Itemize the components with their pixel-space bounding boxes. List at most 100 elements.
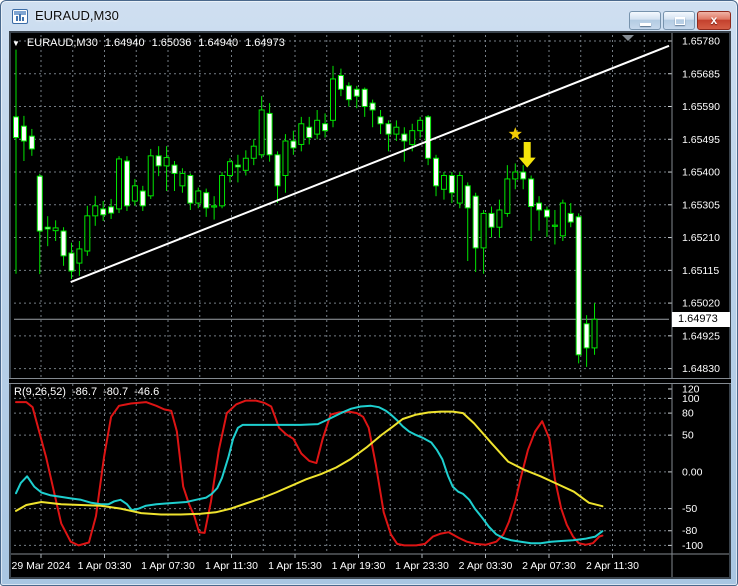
candlestick [543,209,550,218]
candlestick [551,224,558,227]
candlestick [385,123,392,135]
candlestick [401,133,408,142]
chart-canvas[interactable]: 1.65780 1.65685 1.65590 1.65495 1.65400 1.653… [1,1,738,586]
panel-separator[interactable] [9,378,731,384]
candlestick [123,160,130,207]
time-axis-label: 1 Apr 23:30 [395,560,449,572]
price-axis-label: 1.65685 [682,68,720,80]
candlestick [393,126,400,135]
candlestick [195,190,202,204]
candlestick [266,112,273,156]
candlestick [13,116,19,139]
candlestick [131,185,138,202]
candlestick [100,208,107,216]
candlestick [155,155,162,167]
candlestick [322,123,329,132]
indicator-value-r52: -46.6 [134,386,160,398]
candlestick [456,174,463,204]
price-axis-label: 1.65780 [682,36,720,48]
candlestick [512,171,519,180]
candlestick [179,172,186,187]
time-axis-label: 2 Apr 03:30 [459,560,513,572]
candlestick [219,174,226,207]
candlestick [345,85,352,101]
candlestick [520,171,527,180]
candlestick [139,190,146,207]
header-low: 1.64940 [198,37,239,49]
indicator-axis-label: -50 [682,503,697,515]
candlestick [76,248,83,264]
candlestick [528,178,535,208]
candlestick [583,323,590,349]
candlestick [290,140,297,149]
candlestick [116,158,123,210]
time-axis-label: 29 Mar 2024 [12,560,71,572]
candlestick [433,157,440,187]
indicator-axis-label: 0.00 [682,466,703,478]
percent-r-line-9 [15,399,604,547]
candlestick [559,202,566,237]
candlestick [60,230,67,257]
time-axis-label: 1 Apr 07:30 [141,560,195,572]
candlestick [298,123,305,145]
price-axis-label: 1.65305 [682,199,720,211]
price-axis-label: 1.65115 [682,265,719,277]
candlestick [361,88,368,108]
header-symbol: EURAUD,M30 [26,37,98,49]
time-axis-label: 2 Apr 07:30 [522,560,576,572]
price-axis-label: 1.65495 [682,134,720,146]
time-axis-label: 2 Apr 11:30 [586,560,639,572]
time-axis-label: 1 Apr 11:30 [205,560,258,572]
price-axis-label: 1.64925 [682,330,720,342]
indicator-value-r9: -86.7 [71,386,98,398]
price-axis-label: 1.64830 [682,363,720,375]
time-axis-label: 1 Apr 19:30 [332,560,386,572]
header-high: 1.65036 [151,37,192,49]
candlestick [250,145,257,159]
candlestick [536,202,543,211]
candlestick [28,135,35,150]
candlestick [92,205,99,217]
candlestick [369,102,376,111]
candlestick [282,140,289,176]
candlestick [68,252,75,272]
candlestick [377,116,384,125]
candlestick [409,130,416,145]
candlestick [496,209,503,228]
candlestick [306,126,313,139]
price-axis-label: 1.65590 [682,101,720,113]
candlestick [44,226,51,230]
candlestick [440,174,447,190]
candlestick [274,154,281,187]
indicator-axis-label: 80 [682,408,694,420]
time-axis-label: 1 Apr 15:30 [268,560,322,572]
star-annotation-icon[interactable] [508,127,522,140]
candlestick [464,185,471,209]
candlestick [314,119,321,135]
candlestick [171,164,178,174]
candlestick [211,205,218,208]
indicator-name: R(9,26,52) [14,386,66,398]
price-axis-label: 1.65020 [682,298,720,310]
candlestick [258,109,265,156]
chart-shift-marker-icon [622,35,634,41]
indicator-axis-label: -100 [682,540,703,552]
candlestick [84,215,91,252]
candlestick [226,161,233,176]
candlestick [20,125,27,142]
candlestick [488,212,495,228]
price-axis-label: 1.65210 [682,232,720,244]
candlestick [575,216,582,356]
percent-r-line-26 [15,404,604,545]
indicator-value-r26: -80.7 [103,386,129,398]
indicator-label: R(9,26,52) -86.7 -80.7 -46.6 [14,386,159,398]
candlestick [472,195,479,249]
candlestick [36,175,43,232]
candlestick [163,157,170,167]
chart-window: EURAUD,M30 x 1.65780 1.65685 1.65590 1.6549… [0,0,738,586]
header-close: 1.64973 [245,37,285,49]
candlestick [504,178,511,214]
symbol-dropdown-icon[interactable]: ▼ [12,39,20,48]
candlestick [203,192,210,209]
down-arrow-annotation-icon[interactable] [518,142,536,168]
